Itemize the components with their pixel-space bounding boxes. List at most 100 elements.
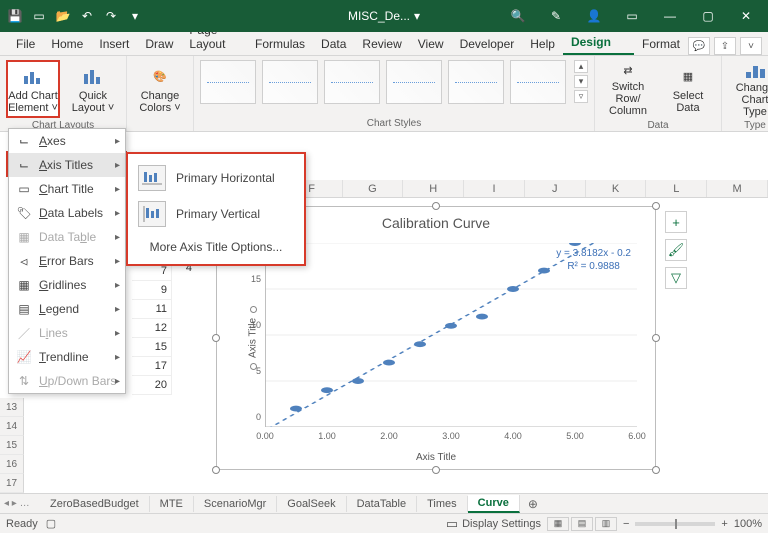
- cell-b[interactable]: 11: [132, 300, 172, 319]
- chart-elements-button[interactable]: +: [665, 211, 687, 233]
- menu-trendline[interactable]: 📈Trendline▸: [9, 345, 125, 369]
- zoom-level[interactable]: 100%: [734, 518, 762, 530]
- cell-b[interactable]: 17: [132, 357, 172, 376]
- resize-handle[interactable]: [652, 202, 660, 210]
- display-settings-label[interactable]: Display Settings: [462, 518, 541, 530]
- add-chart-element-button[interactable]: Add ChartElement ˅: [6, 60, 60, 118]
- select-data-button[interactable]: ▦ SelectData: [661, 60, 715, 118]
- quick-layout-button[interactable]: QuickLayout ˅: [66, 60, 120, 118]
- view-normal-button[interactable]: ▦: [547, 517, 569, 531]
- chart-style-1[interactable]: [200, 60, 256, 104]
- row-header[interactable]: 14: [0, 417, 24, 436]
- tab-format[interactable]: Format: [634, 33, 688, 55]
- new-icon[interactable]: ▭: [30, 7, 48, 25]
- save-icon[interactable]: 💾: [6, 7, 24, 25]
- colh-i[interactable]: I: [464, 180, 525, 197]
- tab-view[interactable]: View: [410, 33, 452, 55]
- sheet-tab[interactable]: ZeroBasedBudget: [40, 496, 150, 512]
- open-icon[interactable]: 📂: [54, 7, 72, 25]
- search-icon[interactable]: 🔍: [500, 2, 536, 30]
- colh-l[interactable]: L: [646, 180, 707, 197]
- menu-axes[interactable]: ⌙Axes▸: [9, 129, 125, 153]
- sheet-tab[interactable]: GoalSeek: [277, 496, 346, 512]
- tab-insert[interactable]: Insert: [91, 33, 137, 55]
- sheet-tab-active[interactable]: Curve: [468, 495, 520, 513]
- colh-j[interactable]: J: [525, 180, 586, 197]
- resize-handle[interactable]: [432, 466, 440, 474]
- zoom-slider[interactable]: [635, 522, 715, 526]
- colh-g[interactable]: G: [343, 180, 404, 197]
- resize-handle[interactable]: [432, 202, 440, 210]
- chart-style-5[interactable]: [448, 60, 504, 104]
- colh-m[interactable]: M: [707, 180, 768, 197]
- cell-b[interactable]: 20: [132, 376, 172, 395]
- chart-styles-button[interactable]: 🖌: [665, 239, 687, 261]
- chart-style-6[interactable]: [510, 60, 566, 104]
- styles-more-icon[interactable]: ▿: [574, 90, 588, 103]
- menu-chart-title[interactable]: ▭Chart Title▸: [9, 177, 125, 201]
- user-icon[interactable]: 👤: [576, 2, 612, 30]
- ribbon-options-icon[interactable]: ▭: [614, 2, 650, 30]
- x-axis-title[interactable]: Axis Title: [416, 452, 456, 463]
- sheet-tab[interactable]: ScenarioMgr: [194, 496, 277, 512]
- view-page-layout-button[interactable]: ▤: [571, 517, 593, 531]
- menu-data-labels[interactable]: 🏷Data Labels▸: [9, 201, 125, 225]
- add-sheet-button[interactable]: ⊕: [520, 497, 546, 511]
- row-header[interactable]: 13: [0, 398, 24, 417]
- zoom-out-button[interactable]: −: [623, 518, 629, 530]
- submenu-more-options[interactable]: More Axis Title Options...: [128, 232, 304, 258]
- row-header[interactable]: 15: [0, 436, 24, 455]
- cell-b[interactable]: 12: [132, 319, 172, 338]
- menu-error-bars[interactable]: ⏿Error Bars▸: [9, 249, 125, 273]
- row-header[interactable]: 16: [0, 455, 24, 474]
- change-chart-type-button[interactable]: ChangeChart Type: [728, 60, 768, 118]
- view-page-break-button[interactable]: ▥: [595, 517, 617, 531]
- tab-developer[interactable]: Developer: [452, 33, 523, 55]
- zoom-in-button[interactable]: +: [721, 518, 727, 530]
- display-settings-icon[interactable]: ▭: [446, 516, 458, 532]
- tab-help[interactable]: Help: [522, 33, 563, 55]
- macro-record-icon[interactable]: ▢: [46, 517, 56, 530]
- redo-icon[interactable]: ↷: [102, 7, 120, 25]
- submenu-primary-horizontal[interactable]: Primary Horizontal: [128, 160, 304, 196]
- tab-file[interactable]: File: [8, 33, 43, 55]
- collapse-ribbon-icon[interactable]: ˅: [740, 37, 762, 55]
- sheet-nav[interactable]: ◂ ▸ …: [4, 498, 30, 509]
- menu-legend[interactable]: ▤Legend▸: [9, 297, 125, 321]
- resize-handle[interactable]: [212, 466, 220, 474]
- resize-handle[interactable]: [652, 334, 660, 342]
- colh-k[interactable]: K: [586, 180, 647, 197]
- restore-button[interactable]: ▢: [690, 2, 726, 30]
- comments-icon[interactable]: 💬: [688, 37, 710, 55]
- pen-icon[interactable]: ✎: [538, 2, 574, 30]
- chart-style-4[interactable]: [386, 60, 442, 104]
- tab-formulas[interactable]: Formulas: [247, 33, 313, 55]
- undo-icon[interactable]: ↶: [78, 7, 96, 25]
- sheet-tab[interactable]: DataTable: [347, 496, 418, 512]
- cell-b[interactable]: 15: [132, 338, 172, 357]
- chart-filters-button[interactable]: ▽: [665, 267, 687, 289]
- menu-gridlines[interactable]: ▦Gridlines▸: [9, 273, 125, 297]
- close-button[interactable]: ✕: [728, 2, 764, 30]
- sheet-tab[interactable]: Times: [417, 496, 468, 512]
- colh-h[interactable]: H: [403, 180, 464, 197]
- cell-b[interactable]: 9: [132, 281, 172, 300]
- change-colors-button[interactable]: 🎨 ChangeColors ˅: [133, 60, 187, 118]
- minimize-button[interactable]: —: [652, 2, 688, 30]
- share-icon[interactable]: ⇪: [714, 37, 736, 55]
- tab-data[interactable]: Data: [313, 33, 354, 55]
- resize-handle[interactable]: [212, 334, 220, 342]
- row-header[interactable]: 17: [0, 474, 24, 493]
- tab-home[interactable]: Home: [43, 33, 91, 55]
- styles-scroll-down-icon[interactable]: ▾: [574, 75, 588, 88]
- submenu-primary-vertical[interactable]: Primary Vertical: [128, 196, 304, 232]
- chart-style-3[interactable]: [324, 60, 380, 104]
- resize-handle[interactable]: [652, 466, 660, 474]
- qat-dropdown-icon[interactable]: ▾: [126, 7, 144, 25]
- tab-review[interactable]: Review: [354, 33, 409, 55]
- chart-style-2[interactable]: [262, 60, 318, 104]
- menu-axis-titles[interactable]: ⌙Axis Titles▸: [9, 153, 125, 177]
- plot-area[interactable]: [265, 243, 637, 427]
- switch-row-column-button[interactable]: ⇄ Switch Row/Column: [601, 60, 655, 118]
- sheet-tab[interactable]: MTE: [150, 496, 194, 512]
